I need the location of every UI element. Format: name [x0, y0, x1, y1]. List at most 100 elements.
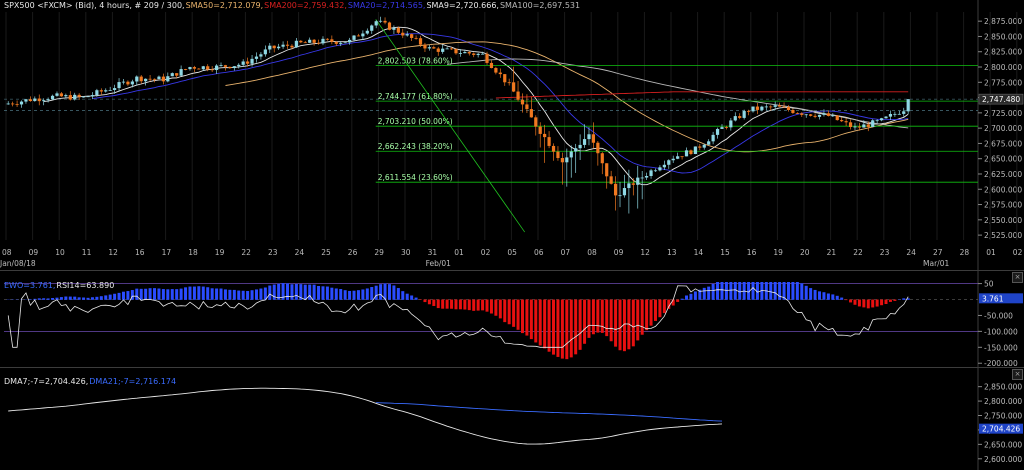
candle-body: [463, 52, 467, 54]
candle-body: [19, 101, 24, 105]
candle: [379, 16, 383, 23]
candle-body: [237, 64, 241, 67]
x-tick-label: 30: [401, 248, 411, 257]
ewo-bar: [179, 288, 183, 300]
ewo-bar: [153, 288, 157, 300]
candle: [157, 75, 161, 80]
candle-body: [316, 42, 321, 44]
candle-body: [755, 106, 760, 110]
candle-body: [144, 78, 148, 82]
ewo-bar: [228, 289, 232, 300]
ewo-bar: [206, 287, 210, 300]
ewo-bar: [618, 299, 622, 351]
candle-body: [600, 153, 604, 164]
ewo-bar: [135, 288, 139, 300]
ewo-bar: [126, 291, 130, 300]
candle: [507, 78, 511, 86]
legend-entry: SMA50=2,712.079,: [185, 1, 264, 10]
x-tick-label: 21: [827, 248, 837, 257]
candle-body: [339, 42, 343, 44]
candle: [392, 25, 396, 34]
candle: [689, 149, 693, 156]
candle: [410, 33, 414, 41]
ewo-bar: [148, 288, 152, 300]
candle: [312, 38, 316, 46]
candle: [560, 152, 564, 185]
candle: [884, 116, 888, 119]
candle-body: [170, 73, 174, 77]
ewo-bar: [361, 289, 365, 300]
ewo-bar: [751, 282, 755, 300]
fib-level-label: 2,662.243 (38.20%): [378, 142, 453, 151]
candle-body: [773, 105, 777, 107]
candle: [613, 176, 618, 211]
ewo-bar: [893, 299, 897, 301]
dma-legend: DMA7;-7=2,704.426,DMA21;-7=2,716.174: [4, 377, 177, 387]
ewo-bar: [778, 282, 782, 300]
candle-body: [59, 93, 64, 97]
y-tick-label: -150.000: [984, 343, 1018, 352]
candle-body: [778, 105, 782, 107]
candle-body: [250, 58, 254, 64]
candle: [871, 119, 875, 128]
candle-body: [587, 134, 591, 140]
ewo-bar: [436, 299, 440, 309]
candle-body: [272, 45, 276, 49]
x-tick-label: 05: [507, 248, 517, 257]
candle: [37, 94, 41, 106]
candle: [551, 143, 556, 161]
candle: [219, 62, 223, 67]
sma50-line: [225, 41, 909, 153]
candle-body: [844, 121, 848, 123]
ewo-bar: [175, 289, 179, 300]
candle-body: [454, 48, 458, 54]
candle-body: [401, 32, 405, 36]
ewo-bar: [144, 288, 148, 300]
candle: [556, 146, 560, 161]
ewo-bar: [884, 299, 888, 305]
candle-body: [441, 48, 445, 52]
candle-body: [875, 120, 879, 122]
candle-body: [294, 40, 298, 48]
chart-canvas[interactable]: 2,525.0002,550.0002,575.0002,600.0002,62…: [0, 0, 1024, 470]
candle-body: [574, 148, 578, 152]
ewo-bar: [90, 297, 94, 300]
candle-body: [498, 72, 502, 75]
candle-body: [494, 68, 498, 73]
candle-body: [418, 38, 423, 45]
ewo-bar: [99, 296, 103, 300]
ewo-bar: [184, 287, 188, 300]
candle-body: [77, 94, 81, 97]
legend-entry: SPX500 <FXCM> (Bid), 4 hours, # 209 / 30…: [4, 1, 185, 10]
ewo-bar: [387, 284, 391, 300]
ewo-bar: [161, 289, 165, 300]
ewo-bar: [636, 299, 640, 341]
candle: [401, 28, 405, 39]
candle-body: [64, 95, 68, 97]
ewo-bar: [538, 299, 542, 346]
candle-body: [410, 34, 414, 38]
fib-level-label: 2,611.554 (23.60%): [378, 173, 453, 182]
price-panel: 2,525.0002,550.0002,575.0002,600.0002,62…: [0, 0, 1024, 470]
ewo-bar: [591, 299, 595, 335]
candle-body: [379, 20, 383, 22]
candle-body: [658, 167, 662, 171]
ewo-bar: [356, 290, 360, 300]
candle: [835, 115, 839, 121]
ewo-bar: [556, 299, 560, 357]
candle-body: [831, 115, 835, 117]
ewo-bar: [339, 289, 343, 300]
ewo-bar: [512, 299, 516, 327]
candle-body: [396, 27, 400, 33]
candle-body: [166, 76, 170, 82]
candle: [423, 42, 427, 52]
candle: [414, 35, 418, 40]
candle-body: [432, 47, 436, 49]
candle-body: [458, 53, 463, 54]
candle: [472, 52, 476, 58]
panel-close-icon[interactable]: ×: [1012, 272, 1023, 283]
panel-close-icon[interactable]: ×: [1012, 369, 1023, 380]
ewo-bar: [649, 299, 653, 326]
candle-body: [427, 47, 431, 49]
ewo-bar: [826, 293, 830, 300]
